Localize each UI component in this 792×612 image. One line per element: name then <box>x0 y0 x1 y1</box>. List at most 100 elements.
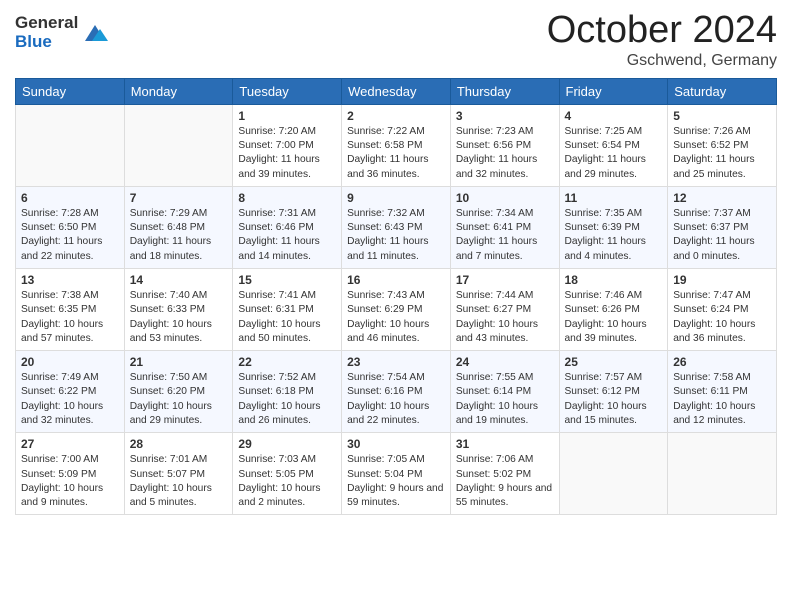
day-info: Sunrise: 7:43 AM Sunset: 6:29 PM Dayligh… <box>347 289 445 346</box>
calendar-cell <box>124 104 233 186</box>
calendar-cell: 19 Sunrise: 7:47 AM Sunset: 6:24 PM Dayli… <box>668 269 777 351</box>
calendar-week-row: 13 Sunrise: 7:38 AM Sunset: 6:35 PM Dayli… <box>16 269 777 351</box>
calendar-cell: 31 Sunrise: 7:06 AM Sunset: 5:02 PM Dayli… <box>450 433 559 515</box>
logo-icon <box>80 21 110 45</box>
calendar-cell: 4 Sunrise: 7:25 AM Sunset: 6:54 PM Daylig… <box>559 104 668 186</box>
location: Gschwend, Germany <box>547 52 777 70</box>
day-info: Sunrise: 7:01 AM Sunset: 5:07 PM Dayligh… <box>130 453 228 510</box>
day-info: Sunrise: 7:05 AM Sunset: 5:04 PM Dayligh… <box>347 453 445 510</box>
day-number: 26 <box>673 355 771 369</box>
day-info: Sunrise: 7:54 AM Sunset: 6:16 PM Dayligh… <box>347 371 445 428</box>
calendar-cell <box>668 433 777 515</box>
calendar-cell: 22 Sunrise: 7:52 AM Sunset: 6:18 PM Dayli… <box>233 351 342 433</box>
day-number: 24 <box>456 355 554 369</box>
day-number: 28 <box>130 437 228 451</box>
day-info: Sunrise: 7:29 AM Sunset: 6:48 PM Dayligh… <box>130 207 228 264</box>
day-info: Sunrise: 7:00 AM Sunset: 5:09 PM Dayligh… <box>21 453 119 510</box>
day-info: Sunrise: 7:03 AM Sunset: 5:05 PM Dayligh… <box>238 453 336 510</box>
calendar-table: SundayMondayTuesdayWednesdayThursdayFrid… <box>15 78 777 516</box>
day-number: 7 <box>130 191 228 205</box>
day-number: 13 <box>21 273 119 287</box>
calendar-cell: 10 Sunrise: 7:34 AM Sunset: 6:41 PM Dayli… <box>450 186 559 268</box>
day-info: Sunrise: 7:28 AM Sunset: 6:50 PM Dayligh… <box>21 207 119 264</box>
day-info: Sunrise: 7:06 AM Sunset: 5:02 PM Dayligh… <box>456 453 554 510</box>
day-number: 20 <box>21 355 119 369</box>
calendar-cell: 9Sunrise: 7:32 AM Sunset: 6:43 PM Daylig… <box>342 186 451 268</box>
calendar-cell <box>16 104 125 186</box>
day-number: 31 <box>456 437 554 451</box>
day-number: 27 <box>21 437 119 451</box>
calendar-cell: 13 Sunrise: 7:38 AM Sunset: 6:35 PM Dayli… <box>16 269 125 351</box>
logo-general: General <box>15 14 78 33</box>
day-number: 8 <box>238 191 336 205</box>
calendar-cell: 28 Sunrise: 7:01 AM Sunset: 5:07 PM Dayli… <box>124 433 233 515</box>
calendar-cell: 23 Sunrise: 7:54 AM Sunset: 6:16 PM Dayli… <box>342 351 451 433</box>
day-info: Sunrise: 7:46 AM Sunset: 6:26 PM Dayligh… <box>565 289 663 346</box>
day-info: Sunrise: 7:22 AM Sunset: 6:58 PM Dayligh… <box>347 125 445 182</box>
calendar-cell: 20 Sunrise: 7:49 AM Sunset: 6:22 PM Dayli… <box>16 351 125 433</box>
calendar-cell: 18 Sunrise: 7:46 AM Sunset: 6:26 PM Dayli… <box>559 269 668 351</box>
calendar-cell: 16 Sunrise: 7:43 AM Sunset: 6:29 PM Dayli… <box>342 269 451 351</box>
weekday-header-row: SundayMondayTuesdayWednesdayThursdayFrid… <box>16 78 777 104</box>
calendar-cell: 12 Sunrise: 7:37 AM Sunset: 6:37 PM Dayli… <box>668 186 777 268</box>
day-number: 16 <box>347 273 445 287</box>
day-info: Sunrise: 7:47 AM Sunset: 6:24 PM Dayligh… <box>673 289 771 346</box>
day-info: Sunrise: 7:49 AM Sunset: 6:22 PM Dayligh… <box>21 371 119 428</box>
day-number: 3 <box>456 109 554 123</box>
day-info: Sunrise: 7:50 AM Sunset: 6:20 PM Dayligh… <box>130 371 228 428</box>
day-number: 2 <box>347 109 445 123</box>
day-info: Sunrise: 7:35 AM Sunset: 6:39 PM Dayligh… <box>565 207 663 264</box>
weekday-header: Monday <box>124 78 233 104</box>
day-info: Sunrise: 7:25 AM Sunset: 6:54 PM Dayligh… <box>565 125 663 182</box>
weekday-header: Wednesday <box>342 78 451 104</box>
calendar-cell: 3Sunrise: 7:23 AM Sunset: 6:56 PM Daylig… <box>450 104 559 186</box>
day-info: Sunrise: 7:40 AM Sunset: 6:33 PM Dayligh… <box>130 289 228 346</box>
day-number: 11 <box>565 191 663 205</box>
day-info: Sunrise: 7:34 AM Sunset: 6:41 PM Dayligh… <box>456 207 554 264</box>
calendar-cell: 24 Sunrise: 7:55 AM Sunset: 6:14 PM Dayli… <box>450 351 559 433</box>
day-number: 4 <box>565 109 663 123</box>
day-info: Sunrise: 7:52 AM Sunset: 6:18 PM Dayligh… <box>238 371 336 428</box>
day-number: 22 <box>238 355 336 369</box>
day-number: 18 <box>565 273 663 287</box>
weekday-header: Sunday <box>16 78 125 104</box>
calendar-cell: 2 Sunrise: 7:22 AM Sunset: 6:58 PM Daylig… <box>342 104 451 186</box>
day-info: Sunrise: 7:55 AM Sunset: 6:14 PM Dayligh… <box>456 371 554 428</box>
day-info: Sunrise: 7:58 AM Sunset: 6:11 PM Dayligh… <box>673 371 771 428</box>
day-number: 23 <box>347 355 445 369</box>
calendar-week-row: 1 Sunrise: 7:20 AM Sunset: 7:00 PM Daylig… <box>16 104 777 186</box>
day-number: 14 <box>130 273 228 287</box>
day-info: Sunrise: 7:37 AM Sunset: 6:37 PM Dayligh… <box>673 207 771 264</box>
day-number: 9 <box>347 191 445 205</box>
day-number: 12 <box>673 191 771 205</box>
calendar-cell: 5 Sunrise: 7:26 AM Sunset: 6:52 PM Daylig… <box>668 104 777 186</box>
calendar-cell: 17Sunrise: 7:44 AM Sunset: 6:27 PM Dayli… <box>450 269 559 351</box>
day-info: Sunrise: 7:38 AM Sunset: 6:35 PM Dayligh… <box>21 289 119 346</box>
calendar-week-row: 6Sunrise: 7:28 AM Sunset: 6:50 PM Daylig… <box>16 186 777 268</box>
day-info: Sunrise: 7:41 AM Sunset: 6:31 PM Dayligh… <box>238 289 336 346</box>
day-number: 1 <box>238 109 336 123</box>
day-number: 15 <box>238 273 336 287</box>
month-title: October 2024 <box>547 10 777 52</box>
title-block: October 2024 Gschwend, Germany <box>547 10 777 70</box>
day-number: 19 <box>673 273 771 287</box>
calendar-cell: 1 Sunrise: 7:20 AM Sunset: 7:00 PM Daylig… <box>233 104 342 186</box>
day-number: 25 <box>565 355 663 369</box>
calendar-cell: 15 Sunrise: 7:41 AM Sunset: 6:31 PM Dayli… <box>233 269 342 351</box>
day-info: Sunrise: 7:26 AM Sunset: 6:52 PM Dayligh… <box>673 125 771 182</box>
day-info: Sunrise: 7:20 AM Sunset: 7:00 PM Dayligh… <box>238 125 336 182</box>
day-number: 10 <box>456 191 554 205</box>
day-number: 17 <box>456 273 554 287</box>
weekday-header: Thursday <box>450 78 559 104</box>
calendar-week-row: 20 Sunrise: 7:49 AM Sunset: 6:22 PM Dayli… <box>16 351 777 433</box>
calendar-cell: 26 Sunrise: 7:58 AM Sunset: 6:11 PM Dayli… <box>668 351 777 433</box>
calendar-cell: 21Sunrise: 7:50 AM Sunset: 6:20 PM Dayli… <box>124 351 233 433</box>
calendar-cell: 29Sunrise: 7:03 AM Sunset: 5:05 PM Dayli… <box>233 433 342 515</box>
day-number: 30 <box>347 437 445 451</box>
day-info: Sunrise: 7:31 AM Sunset: 6:46 PM Dayligh… <box>238 207 336 264</box>
weekday-header: Saturday <box>668 78 777 104</box>
day-number: 5 <box>673 109 771 123</box>
calendar-cell: 30 Sunrise: 7:05 AM Sunset: 5:04 PM Dayli… <box>342 433 451 515</box>
calendar-cell: 7 Sunrise: 7:29 AM Sunset: 6:48 PM Daylig… <box>124 186 233 268</box>
calendar-cell: 27 Sunrise: 7:00 AM Sunset: 5:09 PM Dayli… <box>16 433 125 515</box>
